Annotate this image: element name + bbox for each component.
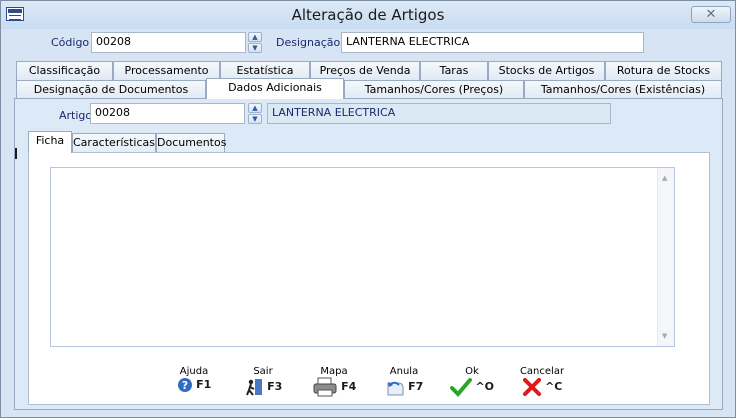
cancel-key: ^C — [545, 380, 563, 393]
spin-down-icon[interactable]: ▼ — [248, 43, 262, 53]
cancel-caption: Cancelar — [519, 366, 565, 377]
cross-icon — [522, 378, 541, 396]
print-button[interactable]: Mapa F4 — [309, 366, 359, 397]
main-window: Alteração de Artigos ✕ Código 00208 ▲ ▼ … — [0, 0, 736, 418]
help-button[interactable]: Ajuda ? F1 — [173, 366, 215, 393]
artigo-label: Artigo — [59, 109, 93, 122]
artigo-name-display: LANTERNA ELECTRICA — [267, 103, 611, 124]
cursor-marker — [15, 148, 17, 159]
tab-rotura-de-stocks[interactable]: Rotura de Stocks — [605, 61, 722, 80]
undo-key: F7 — [408, 380, 424, 393]
title-bar: Alteração de Artigos ✕ — [1, 1, 735, 29]
codigo-field[interactable]: 00208 — [91, 32, 246, 53]
ok-key: ^O — [475, 380, 495, 393]
ficha-textarea[interactable]: ▲ ▼ — [50, 167, 675, 347]
exit-icon — [245, 379, 262, 396]
tab-tamanhos-cores-existencias[interactable]: Tamanhos/Cores (Existências) — [524, 80, 722, 99]
help-caption: Ajuda — [179, 366, 209, 377]
help-key: F1 — [196, 378, 212, 391]
help-icon: ? — [177, 378, 192, 392]
exit-caption: Sair — [253, 366, 273, 377]
scroll-up-icon[interactable]: ▲ — [662, 174, 667, 182]
spin-up-icon[interactable]: ▲ — [248, 32, 262, 42]
ok-button[interactable]: Ok ^O — [449, 366, 495, 397]
tab-dados-adicionais[interactable]: Dados Adicionais — [206, 78, 344, 99]
spin-up-icon[interactable]: ▲ — [248, 103, 262, 113]
vertical-scrollbar[interactable]: ▲ ▼ — [657, 168, 674, 346]
cancel-button[interactable]: Cancelar ^C — [517, 366, 567, 397]
exit-button[interactable]: Sair F3 — [241, 366, 285, 397]
print-caption: Mapa — [320, 366, 348, 377]
tab-designacao-de-documentos[interactable]: Designação de Documentos — [16, 80, 206, 99]
spin-down-icon[interactable]: ▼ — [248, 114, 262, 124]
subtab-documentos[interactable]: Documentos — [156, 133, 226, 153]
ok-caption: Ok — [465, 366, 479, 377]
printer-icon — [313, 377, 337, 397]
codigo-label: Código — [51, 36, 90, 49]
scroll-down-icon[interactable]: ▼ — [662, 332, 667, 340]
svg-text:?: ? — [181, 379, 187, 392]
window-title: Alteração de Artigos — [291, 6, 445, 24]
designacao-label: Designação — [276, 36, 341, 49]
designacao-field[interactable]: LANTERNA ELECTRICA — [341, 32, 644, 53]
tab-processamento[interactable]: Processamento — [113, 61, 220, 80]
tab-tamanhos-cores-precos[interactable]: Tamanhos/Cores (Preços) — [344, 80, 524, 99]
codigo-spinner[interactable]: ▲ ▼ — [248, 32, 262, 53]
subtab-ficha[interactable]: Ficha — [28, 131, 72, 153]
print-key: F4 — [341, 380, 357, 393]
check-icon — [449, 378, 472, 397]
tab-taras[interactable]: Taras — [420, 61, 488, 80]
tab-stocks-de-artigos[interactable]: Stocks de Artigos — [488, 61, 605, 80]
artigo-field[interactable]: 00208 — [90, 103, 245, 124]
close-button[interactable]: ✕ — [691, 6, 731, 23]
artigo-spinner[interactable]: ▲ ▼ — [248, 103, 262, 124]
undo-caption: Anula — [389, 366, 419, 377]
exit-key: F3 — [267, 380, 283, 393]
undo-icon — [387, 381, 404, 396]
subtab-caracteristicas[interactable]: Características — [72, 133, 156, 153]
tab-classificacao[interactable]: Classificação — [16, 61, 113, 80]
undo-button[interactable]: Anula F7 — [383, 366, 425, 397]
